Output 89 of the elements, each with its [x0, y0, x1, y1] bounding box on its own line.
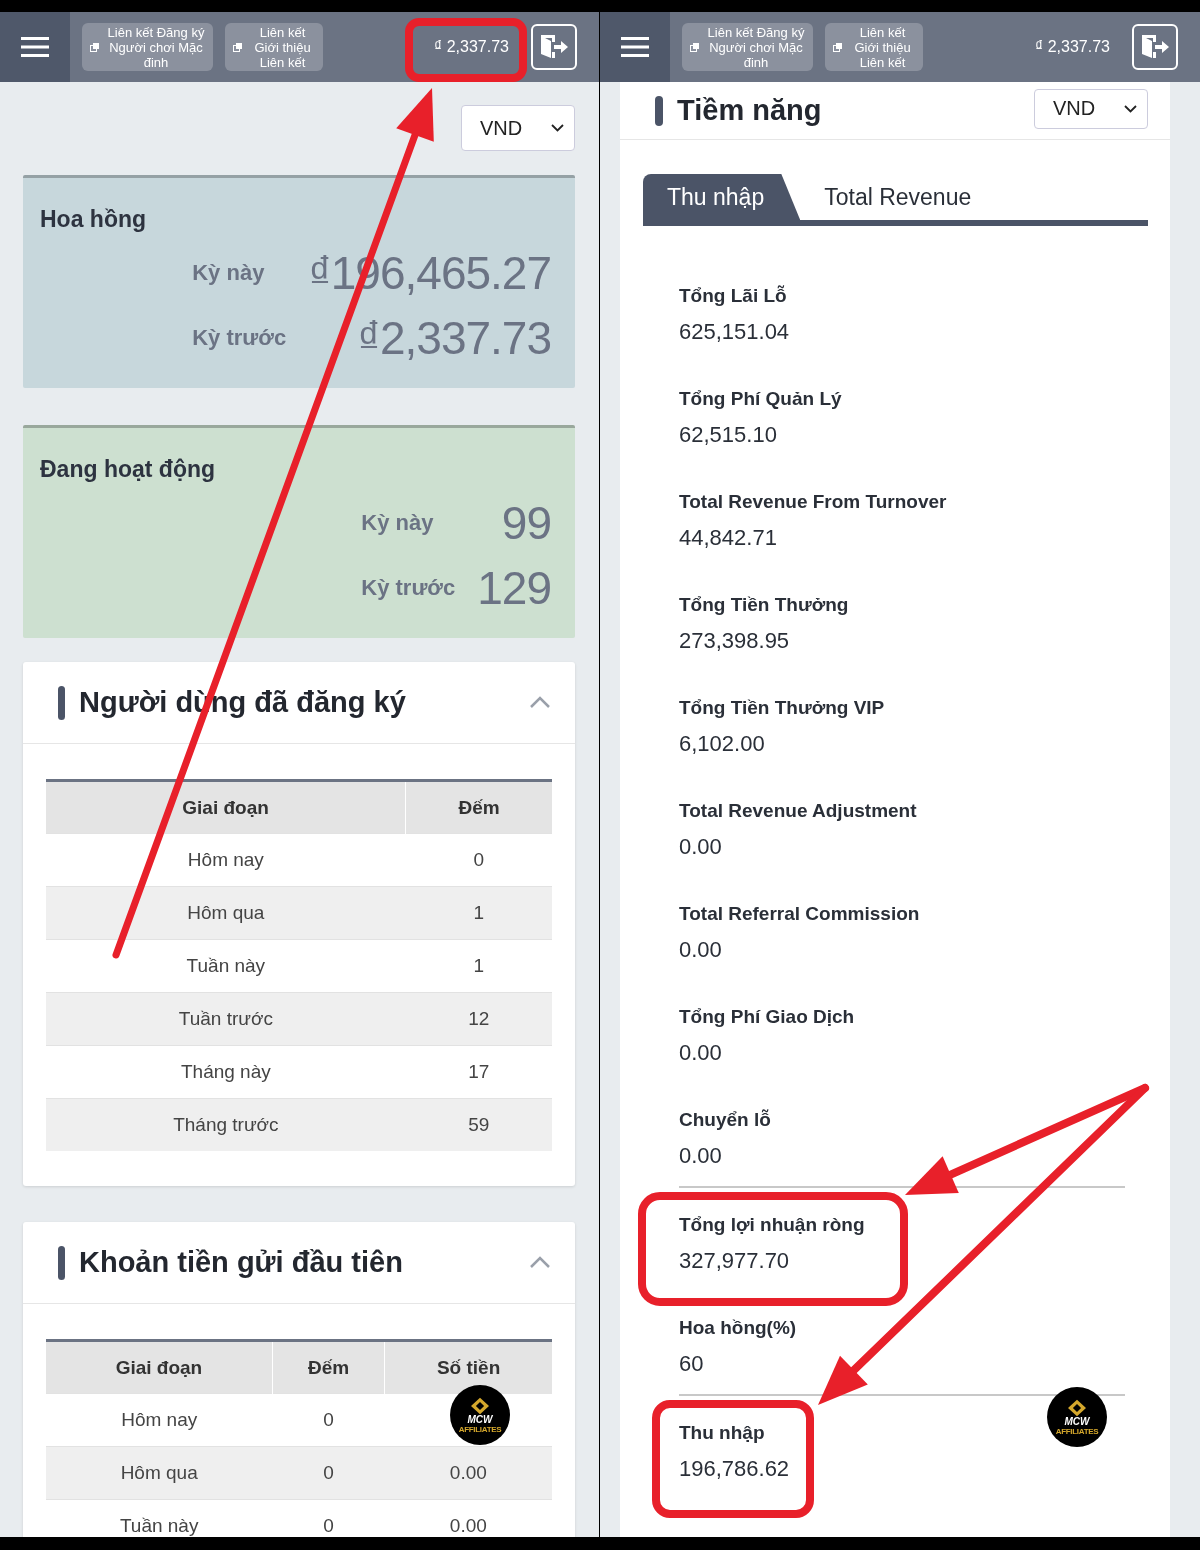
metric-label: Chuyển lỗ: [679, 1108, 771, 1132]
currency-select[interactable]: VND: [1034, 88, 1148, 129]
chevron-up-icon[interactable]: [529, 1256, 551, 1269]
table-cell: 1: [405, 886, 552, 940]
chevron-up-icon[interactable]: [529, 696, 551, 709]
title-accent: [58, 1245, 65, 1280]
metric-label: Tổng Tiền Thưởng VIP: [679, 696, 885, 720]
logout-icon: [539, 33, 569, 61]
metric-label: Tổng Lãi Lỗ: [679, 284, 787, 308]
table-cell: 59: [405, 1098, 552, 1151]
column-header: Giai đoạn: [46, 1340, 273, 1394]
table-cell: Tháng này: [46, 1045, 406, 1099]
table-cell: 0: [405, 833, 552, 887]
metric-value: 196,786.62: [679, 1455, 790, 1483]
metric-value: 0.00: [679, 936, 722, 964]
stat-title: Hoa hồng: [40, 205, 148, 234]
badge-subtitle: AFFILIATES: [1055, 1426, 1099, 1436]
tab[interactable]: Total Revenue: [800, 174, 1008, 220]
metric-value: 0.00: [679, 1142, 722, 1170]
logout-button[interactable]: [1132, 24, 1178, 70]
metric-value: 0.00: [679, 833, 722, 861]
copy-icon: [833, 42, 842, 52]
stat-value: 99: [500, 495, 551, 550]
stat-value: 129: [477, 560, 551, 615]
menu-icon: [621, 37, 649, 57]
table-cell: Hôm nay: [46, 1393, 273, 1447]
table-cell: 17: [405, 1045, 552, 1099]
metric-label: Tổng lợi nhuận ròng: [679, 1213, 865, 1237]
metric-value: 60: [679, 1350, 704, 1378]
metric-label: Total Referral Commission: [679, 902, 920, 926]
logo-icon: [469, 1396, 491, 1415]
table-cell: 1: [405, 939, 552, 993]
table-cell: 12: [405, 992, 552, 1046]
metric-label: Hoa hồng(%): [679, 1316, 797, 1340]
column-header: Số tiền: [384, 1340, 552, 1394]
metric-label: Total Revenue From Turnover: [679, 490, 947, 514]
metric-label: Tổng Phí Giao Dịch: [679, 1005, 855, 1029]
metric-label: Tổng Phí Quản Lý: [679, 387, 842, 411]
metric-value: 6,102.00: [679, 730, 765, 758]
table-cell: Tuần này: [46, 1499, 273, 1537]
metric-label: Total Revenue Adjustment: [679, 799, 917, 823]
balance: ₫ 2,337.73: [433, 38, 510, 56]
stat-value: ₫2,337.73: [356, 310, 551, 365]
table-cell: Tuần trước: [46, 992, 406, 1046]
menu-button[interactable]: [600, 12, 670, 82]
badge-subtitle: AFFILIATES: [458, 1424, 502, 1434]
metric-value: 327,977.70: [679, 1247, 790, 1275]
menu-icon: [21, 37, 49, 57]
logo-icon: [1066, 1398, 1088, 1417]
table-cell: Tuần này: [46, 939, 406, 993]
period-label: Kỳ này: [361, 509, 435, 536]
caret-icon: [551, 124, 564, 132]
title-accent: [58, 685, 65, 720]
balance: ₫ 2,337.73: [1034, 38, 1111, 56]
copy-icon: [690, 42, 699, 52]
metric-value: 62,515.10: [679, 421, 777, 449]
metric-label: Tổng Tiền Thưởng: [679, 593, 849, 617]
metric-value: 273,398.95: [679, 627, 790, 655]
logout-button[interactable]: [531, 24, 577, 70]
logout-icon: [1140, 33, 1170, 61]
badge-title: MCW: [467, 1414, 493, 1425]
column-header: Đếm: [405, 780, 552, 834]
table-cell: 0: [272, 1446, 385, 1500]
currency-select[interactable]: VND: [461, 105, 575, 151]
period-label: Kỳ này: [192, 259, 266, 286]
caret-icon: [1124, 104, 1137, 113]
table-cell: Tháng trước: [46, 1098, 406, 1151]
table-cell: 0.00: [384, 1446, 552, 1500]
column-header: Giai đoạn: [46, 780, 406, 834]
table-cell: Hôm qua: [46, 886, 406, 940]
column-header: Đếm: [272, 1340, 385, 1394]
stat-title: Đang hoạt động: [40, 455, 217, 484]
section-title: Khoản tiền gửi đầu tiên: [79, 1246, 404, 1279]
menu-button[interactable]: [0, 12, 70, 82]
table-cell: 0: [272, 1393, 385, 1447]
table-cell: Hôm nay: [46, 833, 406, 887]
metric-value: 44,842.71: [679, 524, 777, 552]
tab[interactable]: Thu nhập: [643, 174, 801, 220]
title-accent: [655, 95, 663, 126]
metric-value: 0.00: [679, 1039, 722, 1067]
table-cell: Hôm qua: [46, 1446, 273, 1500]
copy-icon: [233, 42, 242, 52]
copy-icon: [90, 42, 99, 52]
period-label: Kỳ trước: [361, 574, 456, 601]
card-title: Tiềm năng: [677, 94, 823, 127]
badge-title: MCW: [1064, 1416, 1090, 1427]
metric-value: 625,151.04: [679, 318, 790, 346]
period-label: Kỳ trước: [192, 324, 287, 351]
metric-label: Thu nhập: [679, 1421, 765, 1445]
